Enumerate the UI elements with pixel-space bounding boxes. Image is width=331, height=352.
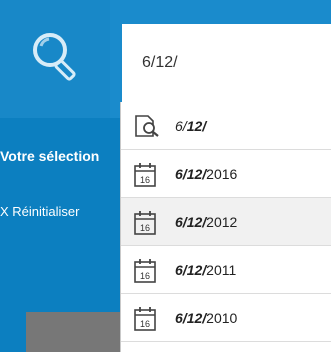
suggestion-dropdown: 6/12/ 16 6/12/2016 16 6/12/2012 16 6/12/… <box>120 102 331 352</box>
calendar-icon: 16 <box>134 259 156 283</box>
suggestion-item[interactable]: 6/12/ <box>121 102 331 150</box>
suggestion-match: 12 <box>186 262 203 278</box>
suggestion-year: 2016 <box>206 166 238 182</box>
suggestion-prefix: 6/ <box>175 310 187 326</box>
selection-label: Votre sélection <box>0 148 100 164</box>
suggestion-prefix: 6/ <box>175 166 187 182</box>
search-input-wrapper <box>122 24 331 102</box>
svg-text:16: 16 <box>140 319 150 329</box>
suggestion-match: 12 <box>186 118 203 134</box>
reset-link[interactable]: X Réinitialiser <box>0 204 118 219</box>
suggestion-item[interactable]: 16 6/12/2011 <box>121 246 331 294</box>
suggestion-match: 12 <box>186 166 203 182</box>
svg-text:16: 16 <box>140 271 150 281</box>
suggestion-match: 12 <box>186 214 203 230</box>
suggestion-item[interactable]: 16 6/12/2012 <box>121 198 331 246</box>
suggestion-item[interactable]: 16 6/12/2016 <box>121 150 331 198</box>
svg-text:16: 16 <box>140 175 150 185</box>
suggestion-match: 12 <box>186 310 203 326</box>
magnifier-icon <box>33 33 76 81</box>
search-button[interactable] <box>0 0 110 118</box>
suggestion-year: 2012 <box>206 214 238 230</box>
calendar-icon: 16 <box>134 163 156 187</box>
calendar-icon: 16 <box>134 307 156 331</box>
suggestion-year: 2011 <box>206 262 237 278</box>
suggestion-prefix: 6/ <box>175 262 187 278</box>
document-search-icon <box>135 115 159 137</box>
suggestion-item[interactable]: 16 6/12/2010 <box>121 294 331 342</box>
sidebar-panel <box>26 312 122 352</box>
suggestion-prefix: 6/ <box>175 118 187 134</box>
suggestion-suffix: / <box>202 118 207 134</box>
calendar-icon: 16 <box>134 211 156 235</box>
suggestion-prefix: 6/ <box>175 214 187 230</box>
svg-text:16: 16 <box>140 223 150 233</box>
suggestion-year: 2010 <box>206 310 238 326</box>
search-input[interactable] <box>130 24 331 102</box>
